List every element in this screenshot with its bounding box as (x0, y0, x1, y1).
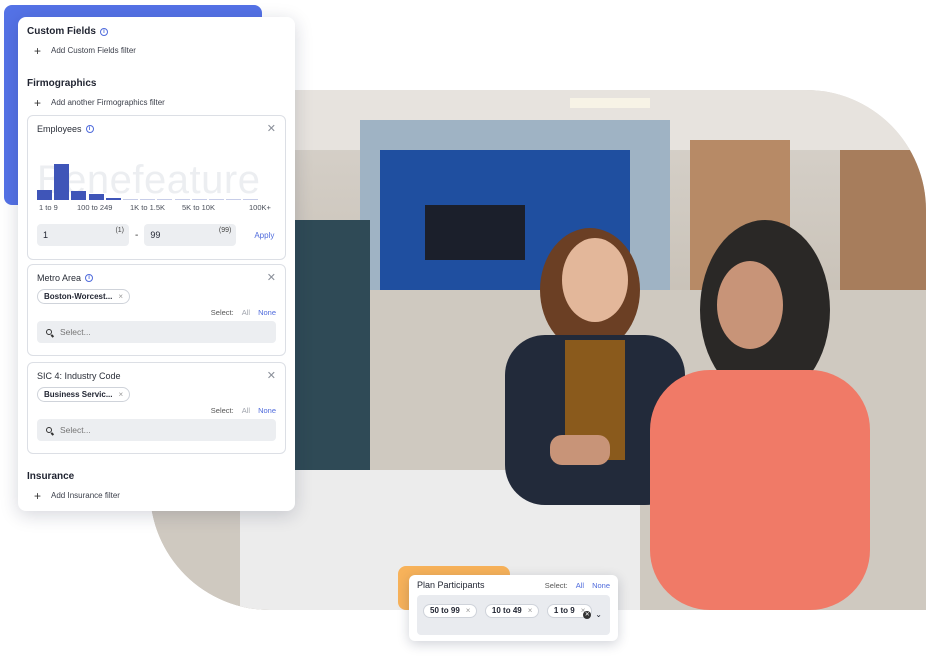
histogram-tick-label: 100 to 249 (77, 203, 113, 212)
histogram-bars (37, 140, 278, 200)
custom-fields-title: Custom Fields i (27, 26, 136, 37)
histogram-labels: 1 to 9 100 to 249 1K to 1.5K 5K to 10K 100K+ (37, 203, 278, 213)
histogram-bar (226, 199, 242, 200)
chip-label: Boston-Worcest... (44, 292, 113, 301)
plus-icon: + (34, 488, 42, 503)
histogram-bar (105, 197, 121, 200)
select-none-link[interactable]: None (258, 406, 276, 415)
select-all-link[interactable]: All (242, 406, 250, 415)
sic4-title: SIC 4: Industry Code (37, 371, 121, 381)
histogram-bar (71, 191, 87, 200)
add-insurance-filter[interactable]: + Add Insurance filter (27, 488, 120, 503)
close-icon[interactable]: ✕ (267, 273, 276, 284)
chip-remove-icon[interactable]: × (466, 606, 471, 615)
histogram-tick-label: 1 to 9 (39, 203, 58, 212)
employees-histogram[interactable]: Benefeature 1 to 9 100 to 249 1K to 1.5K 5K… (37, 140, 276, 220)
plan-participants-select[interactable]: 50 to 99 × 10 to 49 × 1 to 9 × ✕ ⌄ (417, 595, 610, 635)
sic4-filter-card: SIC 4: Industry Code ✕ Business Servic..… (27, 362, 286, 454)
min-value: 1 (43, 230, 49, 240)
histogram-tick-label: 1K to 1.5K (130, 203, 166, 212)
add-firmographics-filter[interactable]: + Add another Firmographics filter (27, 95, 165, 110)
select-label: Select: (210, 406, 234, 415)
plus-icon: + (34, 43, 42, 58)
sic4-chip[interactable]: Business Servic... × (37, 387, 131, 402)
histogram-tick-label: 100K+ (249, 203, 271, 212)
add-insurance-label: Add Insurance filter (51, 491, 120, 500)
metro-area-filter-card: Metro Area i ✕ Boston-Worcest... × Selec… (27, 264, 286, 356)
add-custom-fields-label: Add Custom Fields filter (51, 46, 136, 55)
select-all-link[interactable]: All (576, 581, 584, 590)
histogram-bar (37, 189, 52, 200)
select-all-link[interactable]: All (242, 308, 250, 317)
add-firmographics-label: Add another Firmographics filter (51, 98, 165, 107)
select-label: Select: (210, 308, 234, 317)
chip-remove-icon[interactable]: × (528, 606, 533, 615)
plan-participants-title: Plan Participants (417, 580, 485, 590)
plan-participants-filter: Plan Participants Select: All None 50 to… (409, 575, 618, 641)
search-icon (46, 427, 52, 433)
histogram-tick-label: 5K to 10K (182, 203, 215, 212)
metro-area-search[interactable] (37, 321, 276, 343)
clear-all-icon[interactable]: ✕ (583, 610, 592, 619)
histogram-bar (174, 199, 190, 200)
info-icon[interactable]: i (85, 274, 94, 282)
info-icon[interactable]: i (85, 125, 94, 133)
add-custom-fields-filter[interactable]: + Add Custom Fields filter (27, 43, 136, 58)
histogram-bar (88, 194, 104, 200)
metro-area-title: Metro Area (37, 273, 82, 283)
min-count-badge: (1) (115, 227, 124, 234)
firmographics-label: Firmographics (27, 78, 97, 89)
chip-remove-icon[interactable]: × (118, 292, 123, 301)
close-icon[interactable]: ✕ (267, 124, 276, 135)
employees-title: Employees (37, 124, 82, 134)
close-icon[interactable]: ✕ (267, 371, 276, 382)
insurance-title: Insurance (27, 471, 120, 482)
histogram-bar (157, 199, 173, 200)
histogram-bar (140, 198, 156, 200)
histogram-bar (123, 198, 138, 200)
plus-icon: + (34, 95, 42, 110)
chip-label: 50 to 99 (430, 606, 460, 615)
plan-chip[interactable]: 50 to 99 × (423, 603, 478, 618)
max-value: 99 (150, 230, 161, 240)
select-none-link[interactable]: None (592, 581, 610, 590)
employees-min-input[interactable]: 1 (1) (37, 224, 129, 246)
employees-max-input[interactable]: 99 (99) (144, 224, 237, 246)
plan-chip[interactable]: 10 to 49 × (484, 603, 540, 618)
select-label: Select: (544, 580, 568, 590)
histogram-bar (54, 164, 70, 200)
chip-label: 1 to 9 (553, 606, 575, 615)
metro-area-search-input[interactable] (60, 327, 240, 337)
range-dash: - (135, 229, 139, 241)
metro-area-chip[interactable]: Boston-Worcest... × (37, 289, 130, 304)
search-icon (46, 329, 52, 335)
filter-panel: Custom Fields i + Add Custom Fields filt… (18, 17, 295, 511)
insurance-label: Insurance (27, 471, 75, 482)
histogram-bar (243, 199, 259, 200)
sic4-search-input[interactable] (60, 425, 240, 435)
chip-label: 10 to 49 (491, 606, 522, 615)
apply-button[interactable]: Apply (254, 231, 274, 240)
firmographics-title: Firmographics (27, 78, 165, 89)
custom-fields-label: Custom Fields (27, 26, 96, 37)
employees-filter-card: Employees i ✕ Benefeature 1 to 9 100 to 2… (27, 115, 286, 260)
chevron-down-icon[interactable]: ⌄ (595, 610, 602, 619)
sic4-search[interactable] (37, 419, 276, 441)
max-count-badge: (99) (218, 227, 232, 234)
histogram-bar (209, 199, 224, 200)
chip-label: Business Servic... (44, 390, 113, 399)
info-icon[interactable]: i (99, 27, 108, 36)
chip-remove-icon[interactable]: × (118, 390, 123, 399)
select-none-link[interactable]: None (258, 308, 276, 317)
histogram-bar (191, 199, 207, 200)
